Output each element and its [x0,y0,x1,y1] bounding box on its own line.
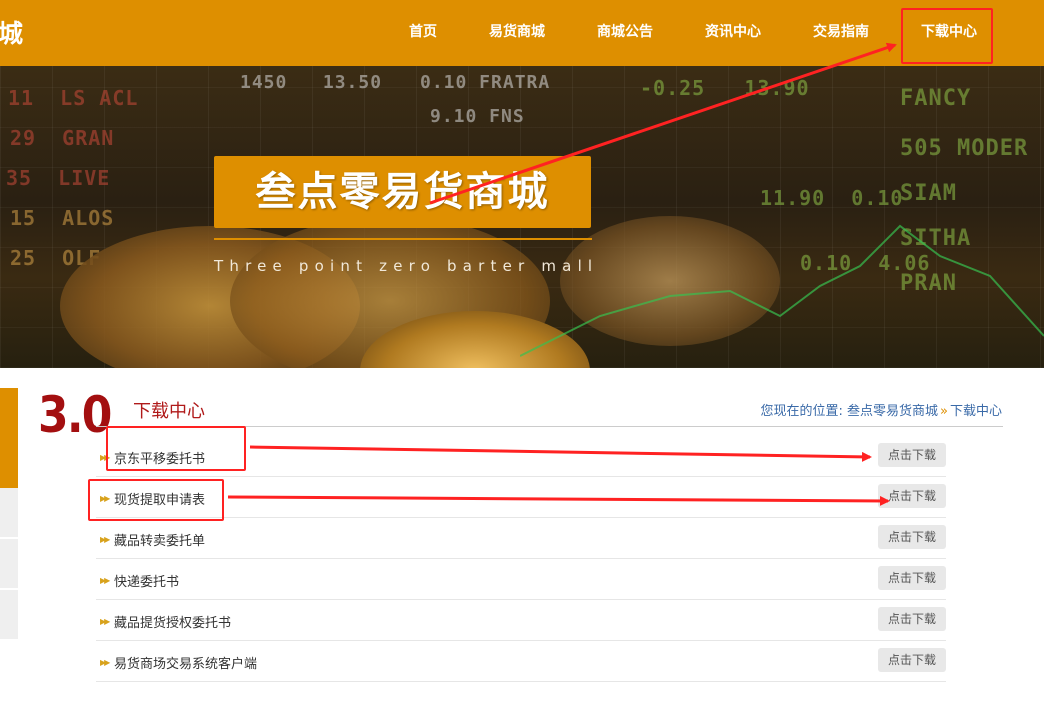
hero-ticker-decor: FANCY [900,86,972,111]
top-nav-bar: 城 首页 易货商城 商城公告 资讯中心 交易指南 下载中心 [0,0,1044,66]
breadcrumb-current[interactable]: 下载中心 [950,404,1002,419]
download-button[interactable]: 点击下载 [878,648,946,672]
bullet-icon: ▶▶ [100,535,110,544]
nav-trading-guide[interactable]: 交易指南 [813,0,869,66]
nav-news-center[interactable]: 资讯中心 [705,0,761,66]
nav-barter-mall[interactable]: 易货商城 [489,0,545,66]
download-row: ▶▶ 藏品提货授权委托书 点击下载 [96,600,946,641]
nav-announcements[interactable]: 商城公告 [597,0,653,66]
hero-title-rule [214,238,592,240]
bullet-icon: ▶▶ [100,617,110,626]
hero-ticker-decor: 9.10 FNS [430,106,525,127]
download-name-link[interactable]: 易货商场交易系统客户端 [114,653,257,672]
download-button[interactable]: 点击下载 [878,443,946,467]
hero-title: 叁点零易货商城 [255,169,550,215]
side-tab[interactable] [0,590,18,640]
chart-line-decor [520,224,1044,357]
hero-ticker-decor: 11 LS ACL [8,86,139,110]
download-name-link[interactable]: 藏品转卖委托单 [114,530,205,549]
hero-ticker-decor: -0.25 13.90 [640,76,810,100]
download-button[interactable]: 点击下载 [878,566,946,590]
download-button[interactable]: 点击下载 [878,607,946,631]
breadcrumb-prefix: 您现在的位置: [760,404,843,419]
download-button[interactable]: 点击下载 [878,484,946,508]
side-tab-active[interactable] [0,388,18,488]
download-button[interactable]: 点击下载 [878,525,946,549]
nav-highlight-annotation [901,8,993,64]
download-name-link[interactable]: 藏品提货授权委托书 [114,612,231,631]
nav-home[interactable]: 首页 [409,0,437,66]
side-tab[interactable] [0,539,18,589]
hero-banner: 11 LS ACL 29 GRAN 35 LIVE 15 ALOS 25 OLF… [0,66,1044,368]
annotation-box [106,426,246,471]
hero-ticker-decor: 15 ALOS [10,206,115,230]
site-logo-text[interactable]: 城 [0,14,23,50]
download-row: ▶▶ 快递委托书 点击下载 [96,559,946,600]
bullet-icon: ▶▶ [100,658,110,667]
bullet-icon: ▶▶ [100,576,110,585]
breadcrumb-site-link[interactable]: 叁点零易货商城 [847,404,938,419]
breadcrumb-separator: » [940,404,948,419]
hero-subtitle: Three point zero barter mall [214,257,599,275]
breadcrumb: 您现在的位置: 叁点零易货商城» 下载中心 [760,400,1002,419]
annotation-box [88,479,224,521]
hero-ticker-decor: 505 MODER [900,136,1029,161]
download-row: ▶▶ 藏品转卖委托单 点击下载 [96,518,946,559]
section-title: 下载中心 [133,401,205,422]
hero-ticker-decor: 0.10 FRATRA [420,72,551,93]
hero-title-box: 叁点零易货商城 [214,156,591,228]
hero-ticker-decor: 35 LIVE [6,166,111,190]
download-row: ▶▶ 易货商场交易系统客户端 点击下载 [96,641,946,682]
side-tab[interactable] [0,488,18,538]
hero-ticker-decor: 1450 13.50 [240,72,383,93]
download-name-link[interactable]: 快递委托书 [114,571,179,590]
hero-ticker-decor: 29 GRAN [10,126,115,150]
